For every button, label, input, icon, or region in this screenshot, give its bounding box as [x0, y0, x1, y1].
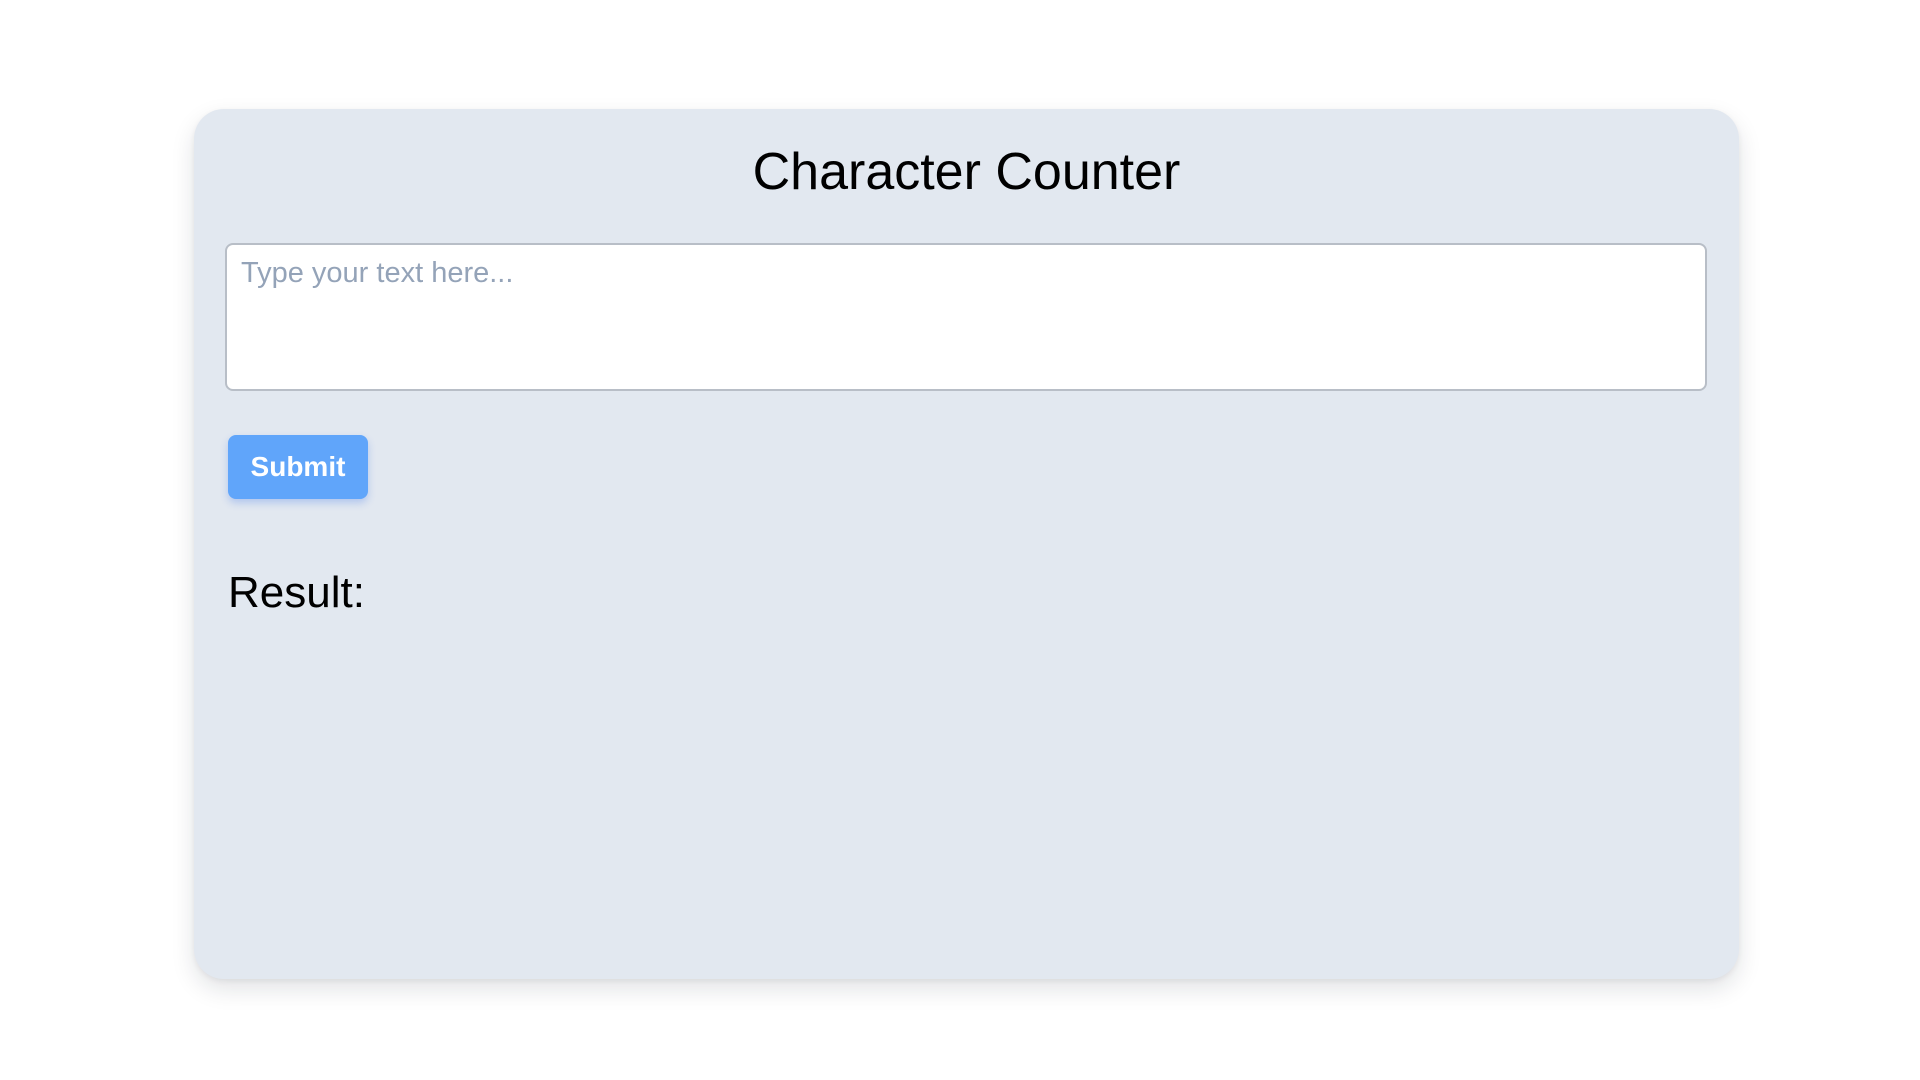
page-title: Character Counter	[752, 143, 1181, 201]
text-input[interactable]	[225, 243, 1707, 391]
submit-button[interactable]: Submit	[228, 435, 368, 499]
result-label: Result:	[228, 568, 365, 617]
character-counter-card: Character Counter Submit Result:	[194, 109, 1739, 979]
